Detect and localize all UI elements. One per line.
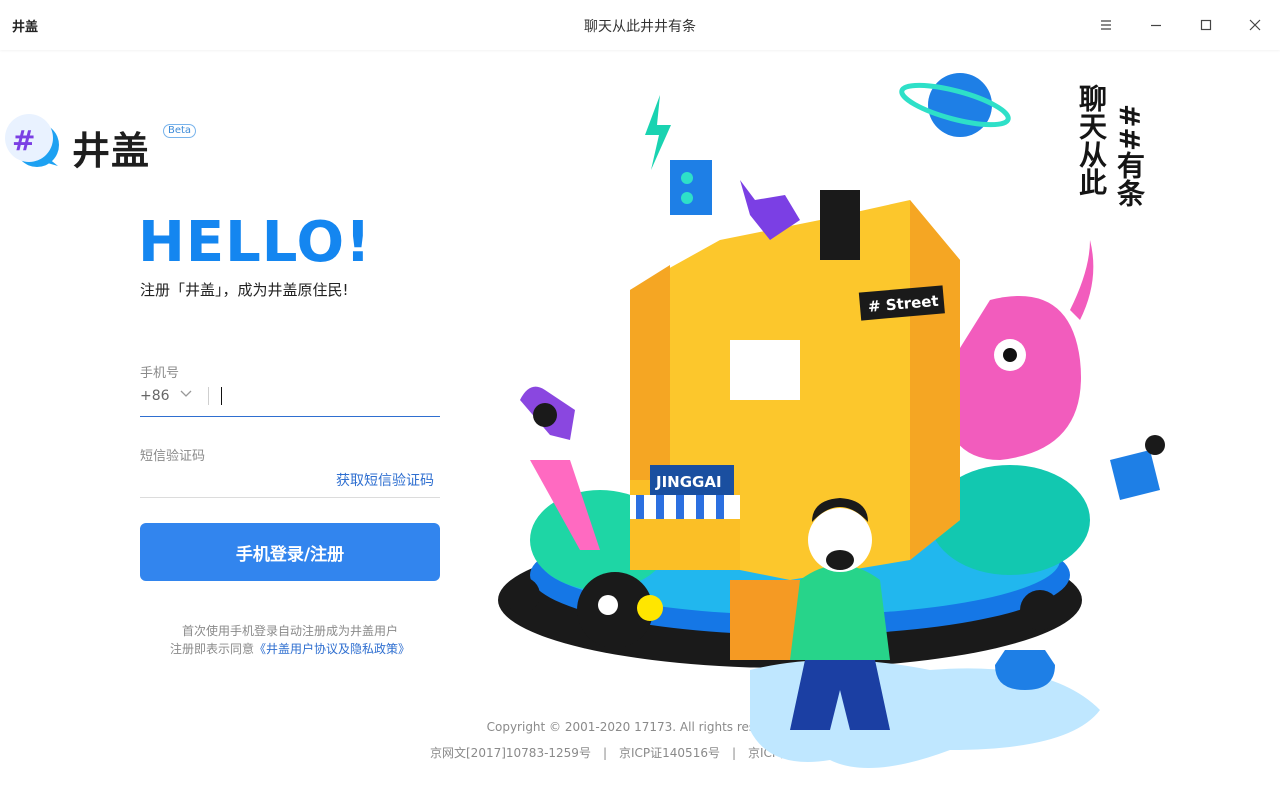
slogan-column-2: ##有条: [1113, 104, 1146, 207]
shop-sign: JINGGAI: [655, 473, 722, 491]
window-title: 聊天从此井井有条: [584, 19, 696, 35]
app-logo: # 井盖 Beta: [4, 112, 204, 173]
agreement-note: 注册即表示同意《井盖用户协议及隐私政策》: [140, 640, 440, 657]
brand-name: 井盖: [72, 129, 151, 173]
menu-button[interactable]: [1092, 11, 1120, 39]
agreement-link[interactable]: 《井盖用户协议及隐私政策》: [254, 642, 410, 656]
text-caret: [221, 387, 222, 405]
hash-bubble-logo-icon: #: [5, 114, 59, 167]
menu-icon: [1101, 20, 1111, 30]
svg-text:#: #: [12, 124, 35, 157]
phone-input[interactable]: [218, 385, 438, 411]
sms-code-label: 短信验证码: [140, 449, 206, 464]
maximize-icon: [1200, 19, 1212, 31]
chevron-down-icon[interactable]: [180, 390, 192, 398]
country-code-select[interactable]: +86: [140, 388, 170, 404]
hero-illustration: # Street JINGGAI 聊天从此 ##有条: [490, 60, 1190, 780]
close-icon: [1249, 19, 1261, 31]
app-name: 井盖: [12, 20, 39, 35]
beta-badge: Beta: [163, 124, 197, 138]
phone-login-button[interactable]: 手机登录/注册: [140, 523, 440, 581]
phone-label: 手机号: [140, 366, 180, 381]
sms-code-input[interactable]: [140, 467, 324, 495]
field-separator: [208, 387, 209, 405]
close-button[interactable]: [1241, 11, 1269, 39]
subtitle: 注册「井盖」，成为井盖原住民!: [140, 281, 349, 299]
maximize-button[interactable]: [1192, 11, 1220, 39]
auto-register-note: 首次使用手机登录自动注册成为井盖用户: [181, 624, 398, 638]
agreement-prefix: 注册即表示同意: [169, 642, 254, 656]
slogan-column-1: 聊天从此: [1075, 84, 1108, 196]
minimize-icon: [1151, 24, 1161, 27]
title-bar: 井盖 聊天从此井井有条: [0, 0, 1280, 50]
get-sms-code-button[interactable]: 获取短信验证码: [336, 470, 434, 490]
minimize-button[interactable]: [1142, 11, 1170, 39]
hello-heading: HELLO!: [138, 210, 372, 275]
phone-field: +86: [140, 383, 440, 417]
sms-code-field: 获取短信验证码: [140, 465, 440, 498]
